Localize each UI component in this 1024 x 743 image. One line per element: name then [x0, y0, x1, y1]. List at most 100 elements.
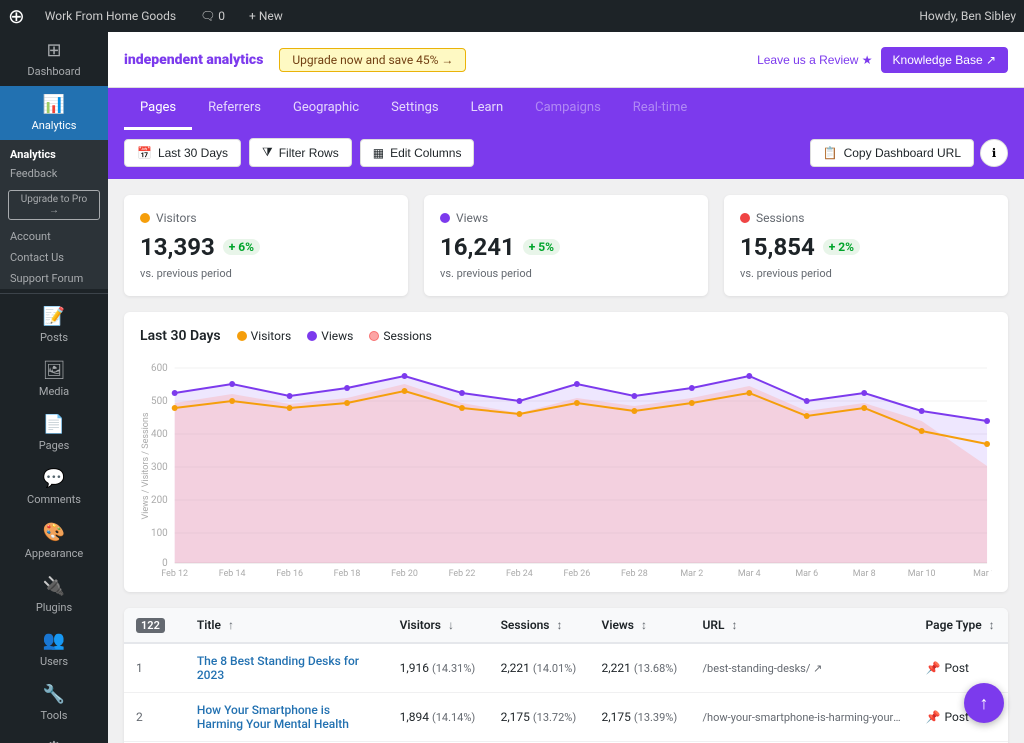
tab-referrers[interactable]: Referrers: [192, 88, 277, 130]
svg-text:Feb 18: Feb 18: [334, 569, 361, 576]
sidebar-feedback[interactable]: Feedback: [0, 163, 108, 184]
columns-icon: ▦: [373, 146, 384, 160]
scroll-to-top-button[interactable]: ↑: [964, 683, 1004, 723]
sidebar-item-tools[interactable]: 🔧 Tools: [0, 676, 108, 730]
legend-visitors-dot: [237, 331, 247, 341]
visitors-dot: [140, 213, 150, 223]
nav-tabs: Pages Referrers Geographic Settings Lear…: [108, 88, 1024, 130]
sidebar: ⊞ Dashboard 📊 Analytics Analytics Feedba…: [0, 32, 108, 743]
sidebar-account[interactable]: Account: [0, 226, 108, 247]
col-views-header[interactable]: Views ↕: [590, 608, 691, 643]
data-table: 122 Title ↑ Visitors ↓ Sessions ↕: [124, 608, 1008, 743]
row-views: 2,175 (13.39%): [590, 693, 691, 742]
views-change: + 5%: [523, 239, 560, 255]
edit-columns-button[interactable]: ▦ Edit Columns: [360, 139, 475, 167]
col-url-header[interactable]: URL ↕: [691, 608, 914, 643]
copy-url-button[interactable]: 📋 Copy Dashboard URL: [810, 139, 974, 167]
sidebar-item-analytics[interactable]: 📊 Analytics: [0, 86, 108, 140]
sidebar-item-plugins[interactable]: 🔌 Plugins: [0, 568, 108, 622]
col-title-header[interactable]: Title ↑: [185, 608, 388, 643]
tools-icon: 🔧: [43, 684, 65, 705]
pages-icon: 📄: [43, 414, 65, 435]
svg-text:Feb 14: Feb 14: [219, 569, 246, 576]
sidebar-item-label: Media: [39, 385, 69, 398]
dashboard-icon: ⊞: [46, 40, 61, 61]
row-visitors: 1,916 (14.31%): [388, 643, 489, 693]
chart-title: Last 30 Days: [140, 328, 221, 344]
row-url[interactable]: /best-standing-desks/ ↗: [691, 643, 914, 693]
svg-text:Feb 28: Feb 28: [621, 569, 648, 576]
table-body: 1 The 8 Best Standing Desks for 2023 1,9…: [124, 643, 1008, 743]
plugin-header: independent analytics Upgrade now and sa…: [108, 32, 1024, 88]
legend-visitors[interactable]: Visitors: [237, 329, 292, 343]
settings-icon: ⚙: [46, 738, 62, 743]
info-button[interactable]: ℹ: [980, 139, 1008, 167]
sidebar-item-dashboard[interactable]: ⊞ Dashboard: [0, 32, 108, 86]
svg-text:Feb 12: Feb 12: [161, 569, 188, 576]
sidebar-item-appearance[interactable]: 🎨 Appearance: [0, 514, 108, 568]
svg-text:Feb 20: Feb 20: [391, 569, 418, 576]
row-num: 1: [124, 643, 185, 693]
comments-item[interactable]: 🗨 0: [192, 9, 233, 23]
last30-button[interactable]: 📅 Last 30 Days: [124, 139, 241, 167]
media-icon: 🖼: [43, 360, 66, 381]
leave-review-button[interactable]: Leave us a Review ★: [757, 53, 872, 67]
chart-svg: 600 500 400 300 200 100 0: [140, 356, 992, 576]
data-table-container: 122 Title ↑ Visitors ↓ Sessions ↕: [124, 608, 1008, 743]
tab-campaigns[interactable]: Campaigns: [519, 88, 617, 130]
tab-learn[interactable]: Learn: [455, 88, 520, 130]
toolbar: 📅 Last 30 Days ⧩ Filter Rows ▦ Edit Colu…: [108, 130, 1024, 179]
table-row: 2 How Your Smartphone is Harming Your Me…: [124, 693, 1008, 742]
svg-text:Mar 10: Mar 10: [908, 569, 936, 576]
svg-text:Views / Visitors / Sessions: Views / Visitors / Sessions: [141, 412, 151, 519]
row-sessions: 2,175 (13.72%): [489, 693, 590, 742]
sidebar-item-media[interactable]: 🖼 Media: [0, 352, 108, 406]
tab-settings[interactable]: Settings: [375, 88, 454, 130]
sidebar-item-label: Posts: [40, 331, 68, 344]
main-content: independent analytics Upgrade now and sa…: [108, 32, 1024, 743]
sidebar-item-pages[interactable]: 📄 Pages: [0, 406, 108, 460]
svg-text:300: 300: [151, 462, 168, 473]
row-sessions: 2,221 (14.01%): [489, 643, 590, 693]
legend-sessions[interactable]: Sessions: [369, 329, 431, 343]
svg-text:Mar 8: Mar 8: [853, 569, 876, 576]
col-count: 122: [124, 608, 185, 643]
sidebar-item-label: Analytics: [32, 119, 77, 132]
svg-text:600: 600: [151, 363, 168, 374]
filter-icon: ⧩: [262, 145, 273, 160]
sidebar-item-settings[interactable]: ⚙ Settings: [0, 730, 108, 743]
upgrade-banner[interactable]: Upgrade now and save 45% →: [279, 48, 466, 72]
tab-realtime[interactable]: Real-time: [617, 88, 703, 130]
new-item[interactable]: + New: [241, 9, 291, 23]
chart-header: Last 30 Days Visitors Views Sessions: [140, 328, 992, 344]
col-visitors-header[interactable]: Visitors ↓: [388, 608, 489, 643]
sidebar-upgrade[interactable]: Upgrade to Pro →: [8, 190, 100, 220]
stat-card-sessions: Sessions 15,854 + 2% vs. previous period: [724, 195, 1008, 296]
tab-geographic[interactable]: Geographic: [277, 88, 375, 130]
plugin-logo: independent analytics: [124, 52, 263, 68]
sidebar-contact[interactable]: Contact Us: [0, 247, 108, 268]
filter-rows-button[interactable]: ⧩ Filter Rows: [249, 138, 352, 167]
table-header-row: 122 Title ↑ Visitors ↓ Sessions ↕: [124, 608, 1008, 643]
sidebar-item-posts[interactable]: 📝 Posts: [0, 298, 108, 352]
sidebar-forum[interactable]: Support Forum: [0, 268, 108, 289]
row-url[interactable]: /how-your-smartphone-is-harming-your-men…: [691, 693, 914, 742]
col-sessions-header[interactable]: Sessions ↕: [489, 608, 590, 643]
knowledge-base-button[interactable]: Knowledge Base ↗: [881, 47, 1008, 73]
svg-text:Feb 24: Feb 24: [506, 569, 533, 576]
site-name-item[interactable]: Work From Home Goods: [37, 9, 184, 23]
col-pagetype-header[interactable]: Page Type ↕: [914, 608, 1008, 643]
svg-text:200: 200: [151, 495, 168, 506]
user-greeting: Howdy, Ben Sibley: [919, 9, 1016, 23]
svg-text:Mar 2: Mar 2: [680, 569, 703, 576]
sidebar-item-label: Comments: [27, 493, 81, 506]
legend-views[interactable]: Views: [307, 329, 353, 343]
sidebar-item-comments[interactable]: 💬 Comments: [0, 460, 108, 514]
sidebar-item-label: Pages: [39, 439, 70, 452]
tab-pages[interactable]: Pages: [124, 88, 192, 130]
row-num: 2: [124, 693, 185, 742]
sidebar-item-users[interactable]: 👥 Users: [0, 622, 108, 676]
row-visitors: 1,894 (14.14%): [388, 693, 489, 742]
sessions-area: [175, 384, 987, 563]
wp-logo[interactable]: ⊕: [8, 4, 25, 28]
